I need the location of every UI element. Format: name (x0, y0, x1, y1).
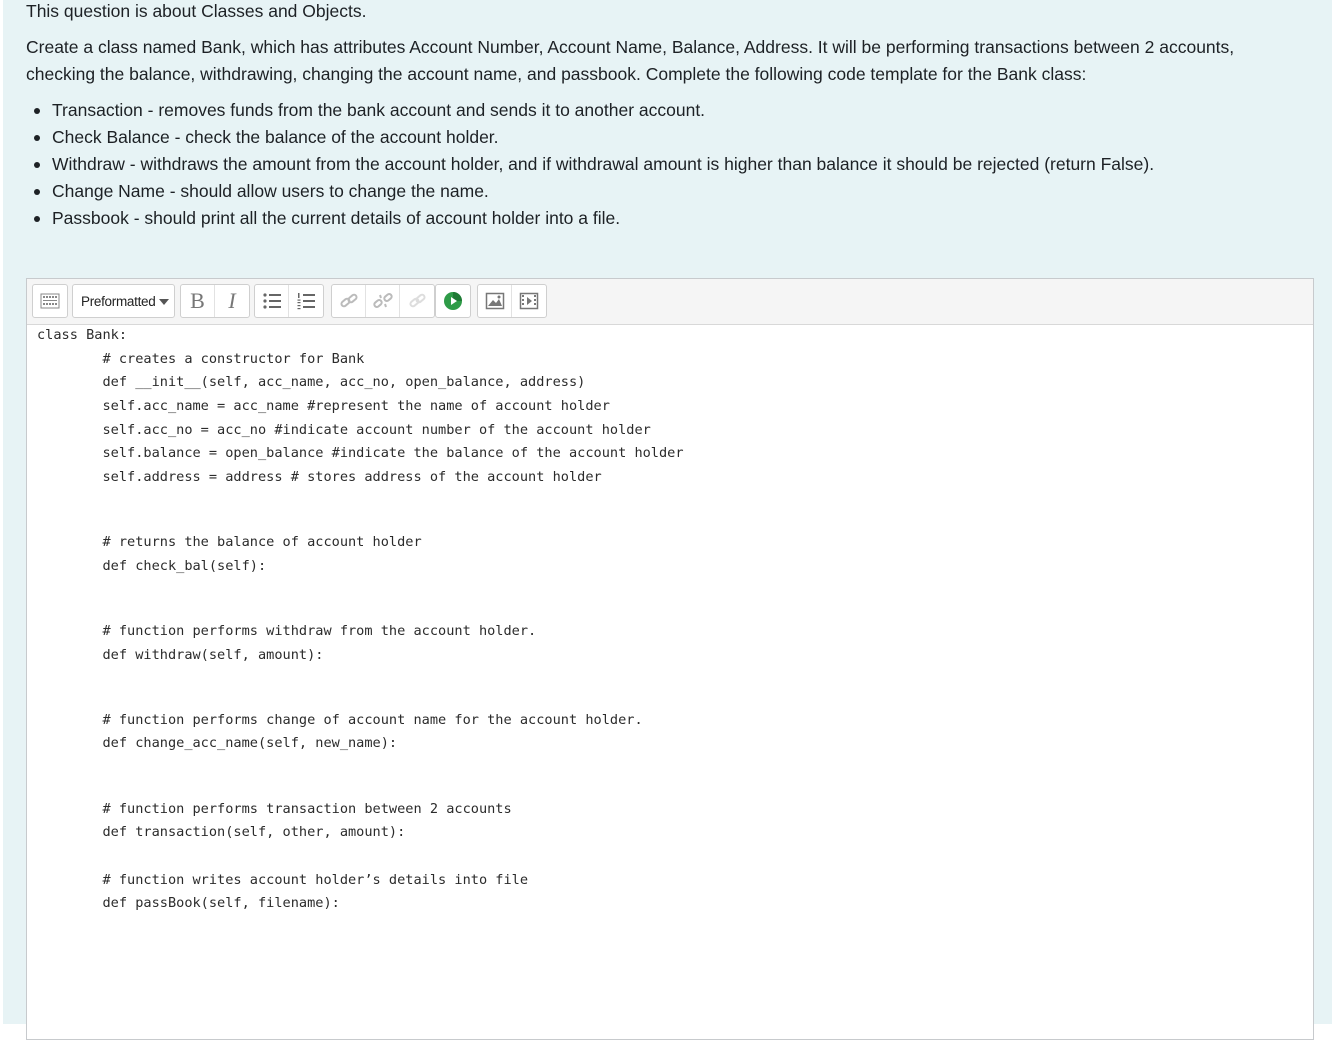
list-group (254, 284, 324, 318)
requirement-passbook: Passbook - should print all the current … (26, 205, 1154, 232)
code-line: # function performs withdraw from the ac… (37, 623, 537, 639)
code-content[interactable]: class Bank: # creates a constructor for … (37, 327, 684, 911)
code-line: # function writes account holder’s detai… (37, 872, 529, 888)
italic-icon: I (228, 288, 236, 313)
anchor-button[interactable] (400, 285, 434, 317)
code-line: def transaction(self, other, amount): (37, 824, 406, 840)
answer-editor: Preformatted B I class Bank: # creates a… (26, 278, 1314, 1040)
code-line: def change_acc_name(self, new_name): (37, 735, 398, 751)
code-line: def withdraw(self, amount): (37, 647, 324, 663)
format-select-control[interactable]: Preformatted (73, 285, 174, 317)
numbered-list-button[interactable] (289, 285, 323, 317)
media-group (477, 284, 547, 318)
requirement-change-name: Change Name - should allow users to chan… (26, 178, 1154, 205)
link-group (331, 284, 435, 318)
code-line: def check_bal(self): (37, 558, 267, 574)
format-select[interactable]: Preformatted (72, 284, 175, 318)
unlink-icon (372, 293, 393, 308)
italic-button[interactable]: I (215, 285, 249, 317)
toolbar-toggle-group (32, 284, 68, 318)
video-button[interactable] (512, 285, 546, 317)
code-line: class Bank: (37, 327, 128, 343)
requirements-list: Transaction - removes funds from the ban… (26, 97, 1154, 232)
bold-button[interactable]: B (181, 285, 215, 317)
code-line: def passBook(self, filename): (37, 895, 340, 911)
text-style-group: B I (180, 284, 250, 318)
recorder-group (435, 284, 471, 318)
question-intro: This question is about Classes and Objec… (26, 1, 367, 21)
media-recorder-icon (444, 292, 462, 310)
code-line: self.acc_no = acc_no #indicate account n… (37, 422, 651, 438)
code-line: # creates a constructor for Bank (37, 351, 365, 367)
toolbar-toggle-icon[interactable] (33, 285, 67, 317)
code-line: self.address = address # stores address … (37, 469, 602, 485)
format-select-value: Preformatted (81, 293, 156, 309)
requirement-check-balance: Check Balance - check the balance of the… (26, 124, 1154, 151)
image-icon (485, 292, 504, 310)
code-line: # returns the balance of account holder (37, 534, 422, 550)
chevron-down-icon (159, 299, 169, 305)
anchor-icon (409, 293, 426, 308)
link-button[interactable] (332, 285, 366, 317)
question-description-line-2: checking the balance, withdrawing, chang… (26, 64, 1087, 84)
image-button[interactable] (478, 285, 512, 317)
code-line: # function performs change of account na… (37, 712, 643, 728)
bold-icon: B (190, 288, 205, 313)
code-line: def __init__(self, acc_name, acc_no, ope… (37, 374, 586, 390)
video-icon (519, 292, 539, 310)
question-description-line-1: Create a class named Bank, which has att… (26, 37, 1235, 57)
code-line: self.acc_name = acc_name #represent the … (37, 398, 610, 414)
requirement-transaction: Transaction - removes funds from the ban… (26, 97, 1154, 124)
media-recorder-button[interactable] (436, 285, 470, 317)
code-line: self.balance = open_balance #indicate th… (37, 445, 684, 461)
bullet-list-icon (262, 293, 281, 309)
numbered-list-icon (297, 293, 315, 310)
editor-toolbar: Preformatted B I (27, 279, 1313, 325)
unlink-button[interactable] (366, 285, 400, 317)
requirement-withdraw: Withdraw - withdraws the amount from the… (26, 151, 1154, 178)
bullet-list-button[interactable] (255, 285, 289, 317)
link-icon (339, 293, 358, 308)
code-line: # function performs transaction between … (37, 801, 512, 817)
